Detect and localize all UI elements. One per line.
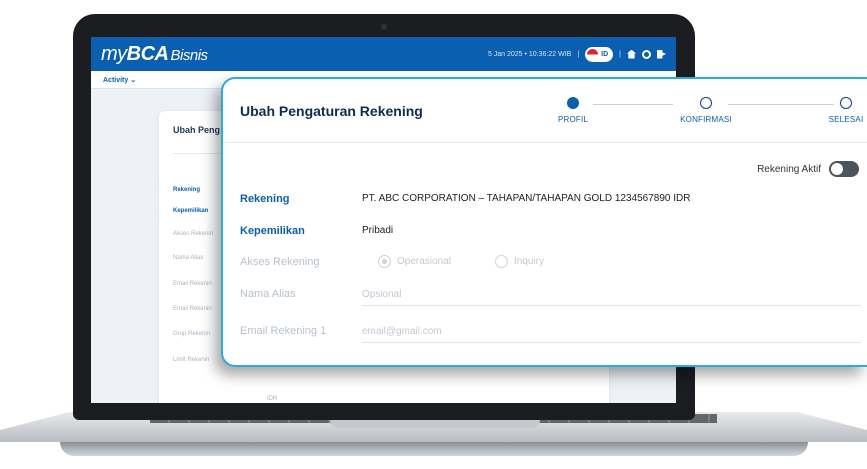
radio-inquiry[interactable]: Inquiry [495,255,544,268]
radio-selected-icon [378,255,391,268]
email-rekening-1-label: Email Rekening 1 [240,325,327,337]
laptop-foot [60,442,808,456]
logout-icon[interactable] [657,49,666,59]
mybca-logo[interactable]: myBCA Bisnis [101,43,208,66]
row-nama-alias: Nama Alias [240,284,867,314]
kepemilikan-value: Pribadi [362,225,394,236]
logo-my: my [101,42,127,65]
account-active-toggle: Rekening Aktif [757,161,859,177]
bg-label: Grup Rekenin [173,331,211,337]
row-kepemilikan: Kepemilikan Pribadi [240,221,867,251]
kepemilikan-label: Kepemilikan [240,225,305,237]
background-form-title: Ubah Peng [173,125,221,135]
toggle-label: Rekening Aktif [757,163,821,175]
akses-rekening-label: Akses Rekening [240,256,320,268]
step-label: SELESAI [828,115,864,124]
step-label: PROFIL [557,115,589,124]
indonesia-flag-icon [587,48,599,60]
language-label: ID [601,50,609,58]
language-switch[interactable]: ID [585,46,614,62]
bg-label: Email Rekenin [173,306,212,312]
home-icon[interactable] [627,49,636,59]
app-header: myBCA Bisnis 5 Jan 2025 • 10:36:22 WIB | … [91,37,676,71]
step-label: KONFIRMASI [680,115,732,124]
nama-alias-input[interactable] [362,284,861,306]
bg-label: Limit Rekenin [173,357,210,363]
step-selesai: SELESAI [801,97,867,124]
rekening-value: PT. ABC CORPORATION – TAHAPAN/TAHAPAN GO… [362,193,691,204]
step-dot [840,97,852,109]
bg-label: Kepemilikan [173,208,209,214]
logo-bca: BCA [126,42,169,65]
datetime-text: 5 Jan 2025 • 10:36:22 WIB [487,50,572,58]
step-dot [700,97,712,109]
email-rekening-1-input[interactable] [362,321,861,343]
gear-icon[interactable] [642,49,651,59]
rekening-label: Rekening [240,193,290,205]
nama-alias-label: Nama Alias [240,288,296,300]
header-divider: | [619,50,621,58]
toggle-switch[interactable] [829,161,859,177]
row-email-rekening-1: Email Rekening 1 [240,321,867,351]
row-akses-rekening: Akses Rekening Operasional Inquiry [240,252,867,282]
logo-bisnis: Bisnis [170,46,209,64]
bg-label: Email Rekenin [173,281,212,287]
header-divider [223,142,867,143]
page-title: Ubah Pengaturan Rekening [240,103,423,119]
step-dot [567,97,579,109]
radio-label: Inquiry [514,256,545,267]
radio-operasional[interactable]: Operasional [378,255,451,268]
row-rekening: Rekening PT. ABC CORPORATION – TAHAPAN/T… [240,189,867,219]
bg-currency: IDR [267,396,278,402]
camera-icon [381,24,387,30]
laptop-notch [330,419,540,428]
bg-label: Rekening [173,187,201,193]
stage: myBCA Bisnis 5 Jan 2025 • 10:36:22 WIB | … [0,0,867,469]
step-konfirmasi: KONFIRMASI [661,97,751,124]
radio-empty-icon [495,255,508,268]
step-profil: PROFIL [528,97,618,124]
bg-label: Nama Alias [173,255,204,261]
radio-label: Operasional [397,256,451,267]
bg-label: Akses Rekenin [173,231,214,237]
toggle-knob [831,163,843,175]
header-divider: | [577,50,580,58]
edit-account-panel: Ubah Pengaturan Rekening PROFIL KONFIRMA… [221,77,867,367]
header-right: 5 Jan 2025 • 10:36:22 WIB | ID | [487,46,666,62]
